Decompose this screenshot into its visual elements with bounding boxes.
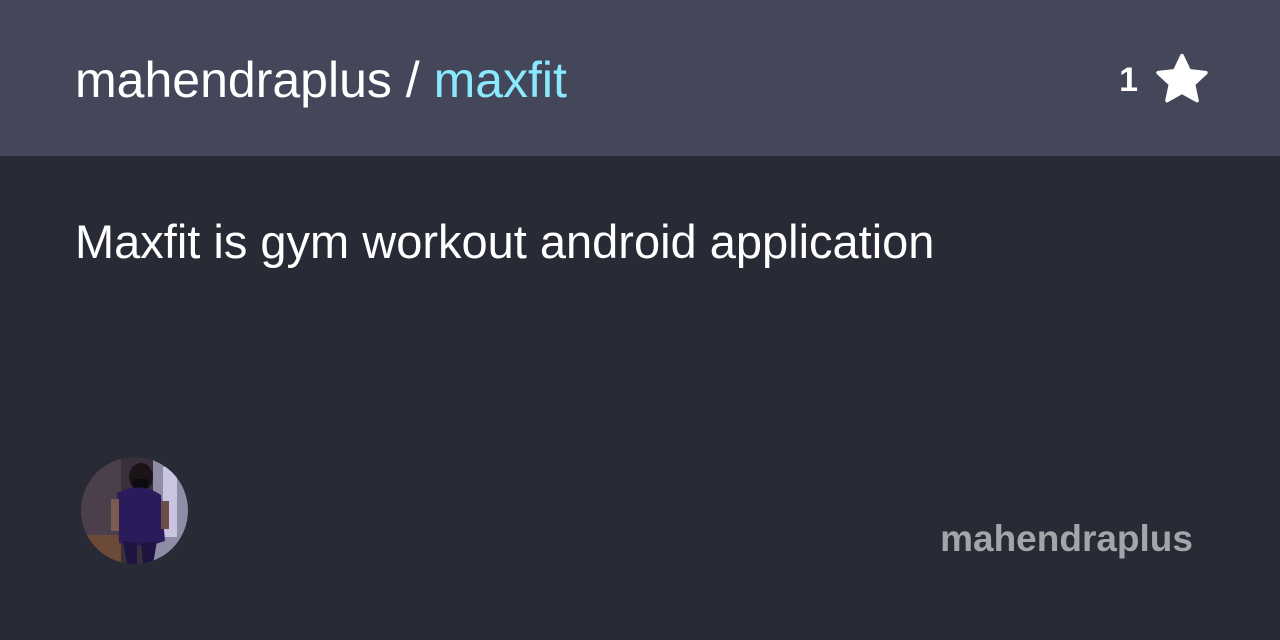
repo-description: Maxfit is gym workout android applicatio… bbox=[75, 215, 935, 268]
repo-title[interactable]: mahendraplus / maxfit bbox=[75, 50, 567, 110]
owner-name[interactable]: mahendraplus bbox=[940, 516, 1193, 562]
avatar[interactable] bbox=[81, 457, 188, 564]
star-icon bbox=[1156, 53, 1208, 103]
star-count: 1 bbox=[1119, 61, 1138, 99]
repo-separator: / bbox=[391, 52, 434, 108]
repo-social-card: mahendraplus / maxfit 1 Maxfit is gym wo… bbox=[0, 0, 1280, 640]
repo-owner[interactable]: mahendraplus bbox=[75, 52, 392, 108]
star-counter[interactable]: 1 bbox=[1119, 52, 1210, 108]
repo-name[interactable]: maxfit bbox=[434, 52, 567, 108]
card-header: mahendraplus / maxfit 1 bbox=[0, 0, 1280, 156]
avatar-photo bbox=[81, 457, 188, 564]
